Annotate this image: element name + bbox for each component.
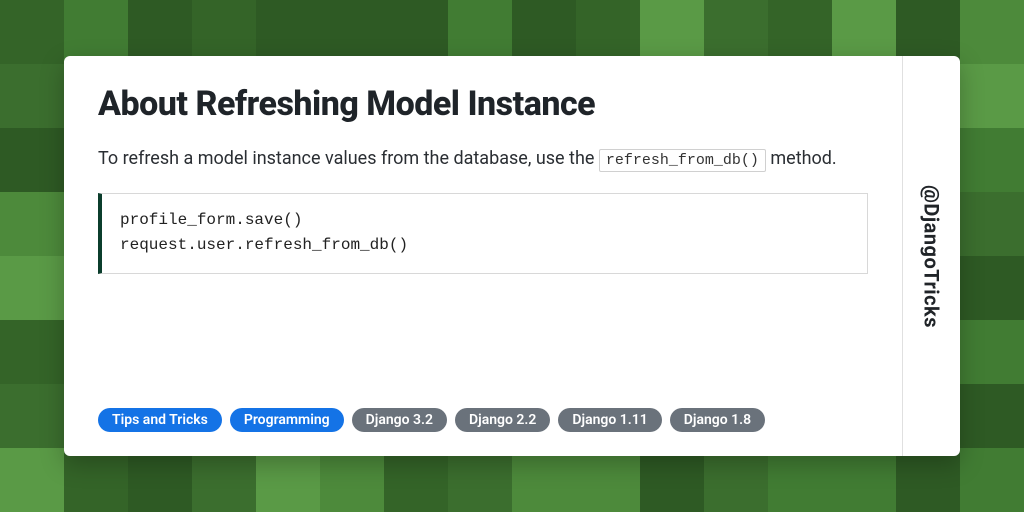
bg-tile xyxy=(256,0,320,64)
bg-tile xyxy=(768,0,832,64)
bg-tile xyxy=(896,0,960,64)
tag[interactable]: Programming xyxy=(230,408,344,432)
bg-tile xyxy=(960,128,1024,192)
bg-tile xyxy=(448,448,512,512)
content-card: About Refreshing Model Instance To refre… xyxy=(64,56,960,456)
bg-tile xyxy=(512,0,576,64)
bg-tile xyxy=(64,0,128,64)
bg-tile xyxy=(128,448,192,512)
inline-code: refresh_from_db() xyxy=(599,149,766,172)
bg-tile xyxy=(768,448,832,512)
author-handle: @DjangoTricks xyxy=(920,185,944,328)
description-text-post: method. xyxy=(766,148,837,169)
bg-tile xyxy=(0,0,64,64)
main-column: About Refreshing Model Instance To refre… xyxy=(64,56,902,456)
bg-tile xyxy=(320,448,384,512)
bg-tile xyxy=(704,448,768,512)
spacer xyxy=(98,274,868,408)
tag[interactable]: Django 2.2 xyxy=(455,408,550,432)
bg-tile xyxy=(640,0,704,64)
bg-tile xyxy=(0,256,64,320)
bg-tile xyxy=(960,256,1024,320)
tag-row: Tips and Tricks Programming Django 3.2 Djan… xyxy=(98,408,868,432)
bg-tile xyxy=(0,128,64,192)
bg-tile xyxy=(384,0,448,64)
bg-tile xyxy=(960,192,1024,256)
bg-tile xyxy=(832,448,896,512)
tag[interactable]: Tips and Tricks xyxy=(98,408,222,432)
tag[interactable]: Django 3.2 xyxy=(352,408,447,432)
bg-tile xyxy=(192,448,256,512)
bg-tile xyxy=(192,0,256,64)
bg-tile xyxy=(0,448,64,512)
bg-tile xyxy=(256,448,320,512)
bg-tile xyxy=(0,320,64,384)
bg-tile xyxy=(64,448,128,512)
bg-tile xyxy=(576,0,640,64)
bg-tile xyxy=(960,384,1024,448)
bg-tile xyxy=(320,0,384,64)
bg-tile xyxy=(576,448,640,512)
bg-tile xyxy=(384,448,448,512)
bg-tile xyxy=(896,448,960,512)
bg-tile xyxy=(0,384,64,448)
description-text-pre: To refresh a model instance values from … xyxy=(98,148,599,169)
bg-tile xyxy=(960,448,1024,512)
bg-tile xyxy=(0,64,64,128)
bg-tile xyxy=(960,64,1024,128)
bg-tile xyxy=(512,448,576,512)
bg-tile xyxy=(448,0,512,64)
bg-tile xyxy=(960,0,1024,64)
tag[interactable]: Django 1.8 xyxy=(670,408,765,432)
bg-tile xyxy=(960,320,1024,384)
bg-tile xyxy=(832,0,896,64)
tag[interactable]: Django 1.11 xyxy=(558,408,661,432)
code-block: profile_form.save() request.user.refresh… xyxy=(98,193,868,274)
bg-tile xyxy=(0,192,64,256)
bg-tile xyxy=(704,0,768,64)
bg-tile xyxy=(128,0,192,64)
sidebar: @DjangoTricks xyxy=(902,56,960,456)
page-title: About Refreshing Model Instance xyxy=(98,84,868,124)
description: To refresh a model instance values from … xyxy=(98,144,868,175)
bg-tile xyxy=(640,448,704,512)
